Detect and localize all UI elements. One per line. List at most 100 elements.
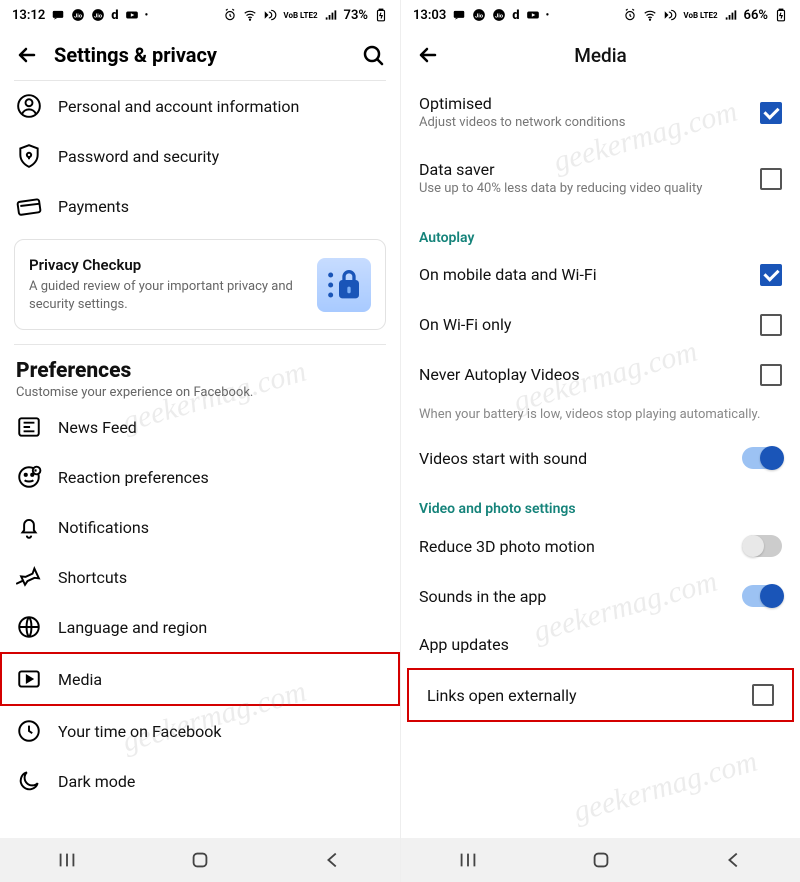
lock-icon [317, 258, 371, 312]
row-data-saver[interactable]: Data saver Use up to 40% less data by re… [401, 146, 800, 212]
svg-text:Jio: Jio [475, 13, 484, 19]
home-button[interactable] [175, 848, 225, 872]
back-nav-button[interactable] [308, 848, 358, 872]
back-button[interactable] [415, 42, 441, 68]
row-app-updates[interactable]: App updates [401, 621, 800, 668]
bell-icon [16, 514, 42, 540]
status-bar: 13:12 Jio Jio d • VoB LTE2 73% [0, 0, 400, 30]
row-videos-sound[interactable]: Videos start with sound [401, 433, 800, 483]
row-title: Data saver [419, 160, 746, 179]
checkbox[interactable] [760, 102, 782, 124]
page-title: Media [455, 44, 746, 67]
row-label: News Feed [58, 418, 137, 437]
row-optimised[interactable]: Optimised Adjust videos to network condi… [401, 80, 800, 146]
svg-text:Jio: Jio [94, 13, 103, 19]
media-icon [16, 666, 42, 692]
youtube-icon [125, 8, 139, 22]
battery-icon [374, 8, 388, 22]
app-header: Settings & privacy [0, 30, 400, 80]
recents-button[interactable] [443, 848, 493, 872]
row-title: Links open externally [427, 686, 738, 705]
row-payments[interactable]: Payments [0, 181, 400, 231]
battery-percent: 66% [744, 8, 768, 23]
row-personal-account[interactable]: Personal and account information [0, 81, 400, 131]
back-button[interactable] [14, 42, 40, 68]
section-title: Preferences [16, 359, 384, 383]
search-button[interactable] [360, 42, 386, 68]
row-title: On mobile data and Wi-Fi [419, 265, 746, 284]
row-label: Payments [58, 197, 129, 216]
toggle[interactable] [742, 535, 782, 557]
autoplay-helper: When your battery is low, videos stop pl… [401, 400, 800, 434]
person-icon [16, 93, 42, 119]
status-time: 13:03 [413, 8, 446, 23]
section-autoplay: Autoplay [401, 212, 800, 250]
chat-icon [51, 8, 65, 22]
row-desc: Adjust videos to network conditions [419, 115, 746, 132]
page-title: Settings & privacy [54, 43, 346, 67]
checkbox[interactable] [752, 684, 774, 706]
row-title: On Wi-Fi only [419, 315, 746, 334]
globe-icon [16, 614, 42, 640]
volte-icon [663, 8, 677, 22]
back-nav-button[interactable] [709, 848, 759, 872]
checkbox[interactable] [760, 264, 782, 286]
row-dark-mode[interactable]: Dark mode [0, 756, 400, 806]
row-label: Shortcuts [58, 568, 127, 587]
card-desc: A guided review of your important privac… [29, 278, 303, 313]
row-links-external[interactable]: Links open externally [407, 668, 794, 722]
row-title: Reduce 3D photo motion [419, 537, 728, 556]
row-reduce-3d[interactable]: Reduce 3D photo motion [401, 521, 800, 571]
row-sounds-app[interactable]: Sounds in the app [401, 571, 800, 621]
row-media[interactable]: Media [0, 652, 400, 706]
checkbox[interactable] [760, 168, 782, 190]
preferences-section: Preferences Customise your experience on… [0, 345, 400, 402]
shield-icon [16, 143, 42, 169]
row-your-time[interactable]: Your time on Facebook [0, 706, 400, 756]
alarm-icon [223, 8, 237, 22]
row-wifi-only[interactable]: On Wi-Fi only [401, 300, 800, 350]
card-icon [16, 193, 42, 219]
row-label: Language and region [58, 618, 207, 637]
newspaper-icon [16, 414, 42, 440]
row-notifications[interactable]: Notifications [0, 502, 400, 552]
row-shortcuts[interactable]: Shortcuts [0, 552, 400, 602]
status-time: 13:12 [12, 8, 45, 23]
youtube-icon [526, 8, 540, 22]
row-language-region[interactable]: Language and region [0, 602, 400, 652]
row-label: Media [58, 670, 102, 689]
checkbox[interactable] [760, 364, 782, 386]
row-never-autoplay[interactable]: Never Autoplay Videos [401, 350, 800, 400]
app-header: Media [401, 30, 800, 80]
jio-icon: Jio [71, 8, 85, 22]
recents-button[interactable] [42, 848, 92, 872]
row-news-feed[interactable]: News Feed [0, 402, 400, 452]
row-label: Reaction preferences [58, 468, 209, 487]
signal-icon [324, 8, 338, 22]
system-nav-bar [401, 838, 800, 882]
row-label: Your time on Facebook [58, 722, 221, 741]
toggle[interactable] [742, 447, 782, 469]
row-title: Videos start with sound [419, 449, 728, 468]
row-desc: Use up to 40% less data by reducing vide… [419, 181, 746, 198]
card-title: Privacy Checkup [29, 256, 303, 274]
row-title: Never Autoplay Videos [419, 365, 746, 384]
home-button[interactable] [576, 848, 626, 872]
section-desc: Customise your experience on Facebook. [16, 385, 384, 400]
checkbox[interactable] [760, 314, 782, 336]
chat-icon [452, 8, 466, 22]
row-title: Sounds in the app [419, 587, 728, 606]
network-label: VoB LTE2 [683, 11, 717, 20]
toggle[interactable] [742, 585, 782, 607]
svg-text:Jio: Jio [495, 13, 504, 19]
battery-icon [774, 8, 788, 22]
row-reaction-prefs[interactable]: Reaction preferences [0, 452, 400, 502]
pin-icon [16, 564, 42, 590]
clock-icon [16, 718, 42, 744]
row-mobile-wifi[interactable]: On mobile data and Wi-Fi [401, 250, 800, 300]
row-title: App updates [419, 635, 782, 654]
volte-icon [263, 8, 277, 22]
row-password-security[interactable]: Password and security [0, 131, 400, 181]
privacy-checkup-card[interactable]: Privacy Checkup A guided review of your … [14, 239, 386, 330]
row-label: Password and security [58, 147, 219, 166]
